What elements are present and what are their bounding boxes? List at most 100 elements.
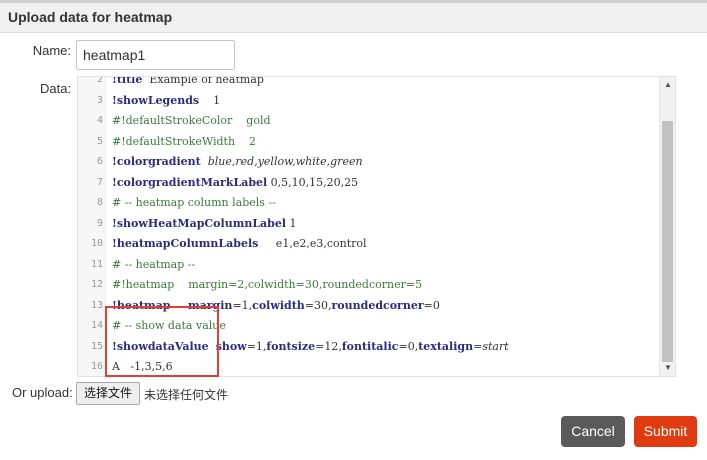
line-number: 12	[90, 279, 103, 290]
code-text: !showLegends 1	[112, 91, 220, 112]
code-token: =1,	[232, 298, 253, 312]
name-label: Name:	[32, 43, 71, 58]
code-token: textalign	[418, 339, 474, 353]
code-token: # -- show data value	[112, 319, 226, 332]
code-token: fontitalic	[341, 339, 399, 353]
editor-lines[interactable]: 2 !title Example of heatmap 3 !showLegends …	[78, 76, 660, 376]
code-line[interactable]: 7 !colorgradientMarkLabel 0,5,10,15,20,25	[78, 173, 660, 194]
code-token: 1	[286, 216, 297, 230]
code-token: margin	[187, 298, 233, 312]
code-token: show	[215, 339, 247, 353]
line-number: 8	[96, 197, 103, 208]
line-number: 9	[96, 217, 103, 229]
code-line[interactable]: 9 !showHeatMapColumnLabel 1	[78, 214, 660, 235]
code-line[interactable]: 6 !colorgradient blue,red,yellow,white,gr…	[78, 152, 660, 173]
data-label: Data:	[40, 81, 72, 96]
line-number: 3	[96, 94, 103, 106]
code-token: 1	[199, 93, 221, 107]
code-token: A -1,3,5,6	[112, 360, 173, 373]
code-line[interactable]: 11 # -- heatmap --	[78, 255, 660, 276]
code-line[interactable]: 8 # -- heatmap column labels --	[78, 193, 660, 214]
line-number: 5	[96, 135, 103, 147]
code-text: #!defaultStrokeWidth 2	[112, 132, 256, 153]
code-text: !colorgradient blue,red,yellow,white,gre…	[112, 152, 363, 173]
scroll-up-icon[interactable]: ▲	[660, 77, 675, 93]
line-number: 14	[90, 320, 103, 331]
code-token: !heatmap	[112, 298, 171, 312]
line-number: 7	[96, 176, 103, 188]
code-token: =0	[423, 298, 440, 312]
choose-file-button[interactable]: 选择文件	[76, 382, 140, 405]
code-line[interactable]: 13 !heatmap margin=1,colwidth=30,roundedc…	[78, 296, 660, 317]
code-text: A -1,3,5,6	[112, 357, 173, 376]
code-text: !colorgradientMarkLabel 0,5,10,15,20,25	[112, 173, 358, 194]
line-number: 4	[96, 115, 103, 126]
code-text: !heatmapColumnLabels e1,e2,e3,control	[112, 234, 367, 255]
code-line[interactable]: 10 !heatmapColumnLabels e1,e2,e3,control	[78, 234, 660, 255]
line-number: 10	[90, 238, 103, 249]
code-token: =30,	[304, 298, 332, 312]
code-token: !colorgradientMarkLabel	[112, 175, 268, 189]
file-status-text: 未选择任何文件	[144, 388, 229, 402]
editor-scrollbar[interactable]: ▲ ▼	[659, 77, 675, 376]
code-text: !title Example of heatmap	[112, 76, 264, 91]
code-token: !showdataValue	[112, 339, 209, 353]
name-input[interactable]	[76, 40, 235, 70]
code-token: !title	[112, 76, 143, 86]
submit-button[interactable]: Submit	[634, 416, 697, 447]
code-token: roundedcorner	[331, 298, 424, 312]
code-token: colwidth	[252, 298, 305, 312]
code-line[interactable]: 14 # -- show data value	[78, 316, 660, 337]
code-token: #!defaultStrokeColor gold	[112, 114, 271, 127]
code-text: !heatmap margin=1,colwidth=30,roundedcor…	[112, 296, 440, 317]
line-number: 13	[90, 299, 103, 311]
code-token: =12,	[315, 339, 342, 353]
code-token: blue,red,yellow,white,green	[207, 155, 363, 168]
line-number: 16	[90, 361, 103, 372]
code-line[interactable]: 3 !showLegends 1	[78, 91, 660, 112]
code-token: !colorgradient	[112, 155, 201, 168]
code-line[interactable]: 2 !title Example of heatmap	[78, 76, 660, 91]
scroll-down-icon[interactable]: ▼	[660, 360, 675, 376]
code-line[interactable]: 12 #!heatmap margin=2,colwidth=30,rounded…	[78, 275, 660, 296]
code-text: !showdataValue show=1,fontsize=12,fontit…	[112, 337, 509, 358]
code-line[interactable]: 4 #!defaultStrokeColor gold	[78, 111, 660, 132]
code-text: !showHeatMapColumnLabel 1	[112, 214, 297, 235]
code-token: =0,	[398, 339, 419, 353]
code-text: # -- heatmap column labels --	[112, 193, 276, 214]
code-token: Example of heatmap	[142, 76, 264, 86]
code-text: # -- show data value	[112, 316, 226, 337]
line-number: 11	[90, 258, 103, 270]
line-number: 2	[96, 76, 103, 85]
upload-label: Or upload:	[12, 385, 73, 400]
line-number: 15	[90, 340, 103, 352]
dialog-title: Upload data for heatmap	[8, 9, 173, 25]
data-editor[interactable]: 2 !title Example of heatmap 3 !showLegends …	[77, 76, 676, 377]
code-text: #!heatmap margin=2,colwidth=30,roundedco…	[112, 275, 422, 296]
code-token: # -- heatmap --	[112, 257, 196, 271]
code-token: #!defaultStrokeWidth 2	[112, 134, 257, 148]
code-text: #!defaultStrokeColor gold	[112, 111, 271, 132]
code-token: start	[482, 339, 509, 353]
code-token: # -- heatmap column labels --	[112, 196, 276, 209]
code-text: # -- heatmap --	[112, 255, 195, 276]
code-token: e1,e2,e3,control	[258, 237, 367, 250]
code-token: =1,	[246, 339, 267, 353]
code-token: !showHeatMapColumnLabel	[112, 216, 287, 230]
dialog-title-bar: Upload data for heatmap	[0, 0, 707, 33]
code-token: 0,5,10,15,20,25	[267, 175, 359, 189]
code-token: !showLegends	[112, 93, 200, 107]
cancel-button[interactable]: Cancel	[561, 416, 625, 447]
code-line[interactable]: 15 !showdataValue show=1,fontsize=12,font…	[78, 337, 660, 358]
scroll-thumb[interactable]	[662, 121, 673, 362]
code-token: fontsize	[266, 339, 316, 353]
code-line[interactable]: 16 A -1,3,5,6	[78, 357, 660, 376]
code-token: #!heatmap margin=2,colwidth=30,roundedco…	[112, 278, 423, 291]
line-number: 6	[96, 156, 103, 167]
code-line[interactable]: 5 #!defaultStrokeWidth 2	[78, 132, 660, 153]
code-token: !heatmapColumnLabels	[112, 237, 259, 250]
code-token: =	[473, 339, 483, 353]
